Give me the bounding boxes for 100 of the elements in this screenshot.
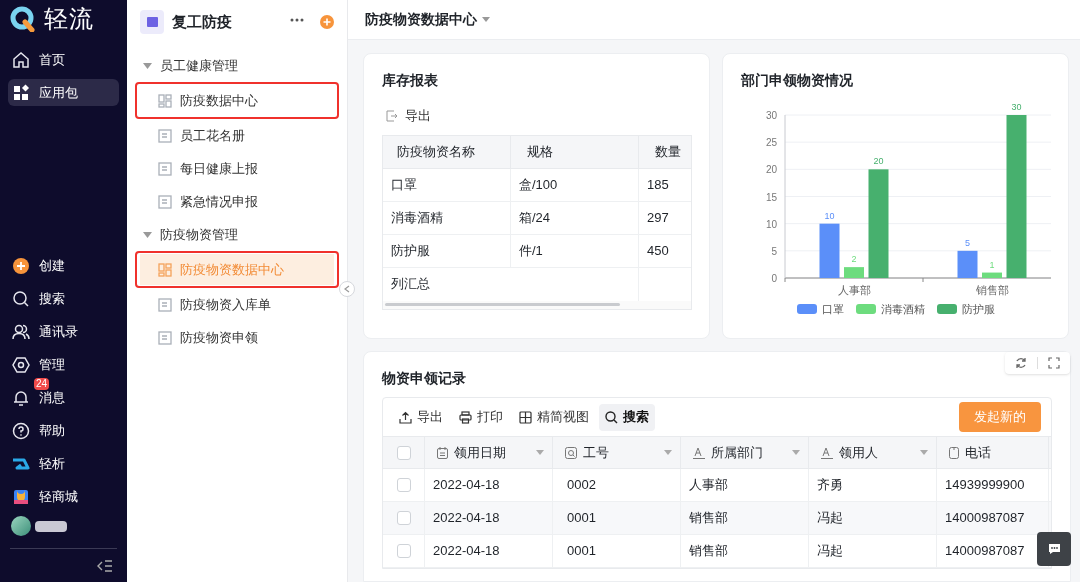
item-label: 防疫数据中心: [180, 91, 258, 110]
tree-item[interactable]: 防疫物资申领: [140, 322, 334, 353]
sort-caret-icon[interactable]: [536, 450, 544, 455]
row-checkbox[interactable]: [396, 511, 411, 525]
column-header[interactable]: 电话: [937, 437, 1049, 468]
tree-item[interactable]: 防疫数据中心: [140, 85, 334, 116]
collapse-icon[interactable]: [97, 559, 113, 572]
card-title: 物资申领记录: [382, 369, 467, 388]
caret-icon[interactable]: [482, 17, 490, 22]
scrollbar[interactable]: [385, 302, 620, 306]
add-icon[interactable]: [320, 15, 334, 29]
table-cell: 人事部: [681, 469, 809, 501]
column-header[interactable]: 数量: [639, 135, 691, 168]
legend-label: 消毒酒精: [880, 302, 925, 317]
collapse-handle[interactable]: [339, 281, 355, 297]
table-cell: 14939999900: [937, 469, 1049, 501]
nav-item[interactable]: 轻析: [8, 450, 119, 477]
tree-item[interactable]: 员工花名册: [140, 120, 334, 151]
column-header[interactable]: 工号: [553, 437, 681, 468]
bar: [982, 272, 1002, 278]
column-header[interactable]: 防疫物资名称: [383, 135, 511, 168]
sort-caret-icon[interactable]: [792, 450, 800, 455]
table-cell: 2022-04-18: [425, 502, 553, 534]
hexagon-gear-icon: [12, 355, 30, 374]
column-header[interactable]: 领用人: [809, 437, 937, 468]
calendar-icon: [437, 446, 448, 459]
table-cell: 销售部: [681, 535, 809, 567]
shop-icon: [12, 487, 30, 506]
table-cell: 185: [639, 168, 691, 201]
data-label: 1: [989, 259, 995, 270]
table-cell: 件/1: [511, 234, 639, 267]
tree-item[interactable]: 防疫物资入库单: [140, 289, 334, 320]
expanded-caret-icon: [143, 62, 152, 69]
tree-group[interactable]: 员工健康管理: [140, 49, 334, 82]
toolbar-button[interactable]: 搜索: [599, 403, 655, 431]
refresh-icon[interactable]: [1015, 357, 1027, 369]
category-label: 人事部: [837, 284, 871, 296]
nav-item[interactable]: 应用包: [8, 79, 119, 106]
nav-label: 轻析: [39, 454, 65, 473]
table-cell: 冯起: [809, 502, 937, 534]
row-checkbox[interactable]: [396, 478, 411, 492]
column-header[interactable]: 所属部门: [681, 437, 809, 468]
item-label: 防疫物资申领: [180, 328, 258, 347]
table-cell: 450: [639, 234, 691, 267]
sort-caret-icon[interactable]: [664, 450, 672, 455]
group-label: 防疫物资管理: [160, 225, 238, 244]
nav-item[interactable]: 创建: [8, 252, 119, 279]
item-label: 防疫物资入库单: [180, 295, 271, 314]
table-cell: 0001: [553, 502, 681, 534]
table-cell: 冯起: [809, 535, 937, 567]
bell-icon: [12, 388, 30, 407]
item-label: 紧急情况申报: [180, 192, 258, 211]
grid-icon: [519, 410, 532, 424]
axis-tick-label: 0: [771, 273, 777, 284]
table-cell: 防护服: [383, 234, 511, 267]
home-icon: [12, 50, 30, 69]
chat-icon: [1047, 543, 1061, 555]
axis-tick-label: 15: [765, 191, 777, 203]
select-all-checkbox[interactable]: [396, 445, 411, 460]
tree-item[interactable]: 每日健康上报: [140, 153, 334, 184]
tree-group[interactable]: 防疫物资管理: [140, 218, 334, 251]
item-label: 每日健康上报: [180, 159, 258, 178]
text-field-icon: [821, 446, 833, 459]
column-header[interactable]: 领用日期: [425, 437, 553, 468]
data-label: 5: [965, 237, 970, 248]
bar: [819, 223, 840, 278]
tree-item[interactable]: 紧急情况申报: [140, 186, 334, 217]
sort-caret-icon[interactable]: [920, 450, 928, 455]
export-button[interactable]: 导出: [386, 106, 431, 126]
help-icon: [12, 421, 30, 440]
nav-label: 应用包: [39, 83, 78, 102]
column-header[interactable]: 规格: [511, 135, 639, 168]
summary-cell: 列汇总: [383, 267, 639, 301]
row-checkbox[interactable]: [396, 544, 411, 558]
data-label: 20: [873, 156, 884, 167]
nav-item[interactable]: 搜索: [8, 285, 119, 312]
nav-item[interactable]: 首页: [8, 46, 119, 73]
serial-icon: [565, 446, 577, 459]
nav-item[interactable]: 管理: [8, 351, 119, 378]
nav-item[interactable]: 轻商城: [8, 483, 119, 510]
toolbar-button[interactable]: 导出: [393, 403, 449, 431]
nav-item[interactable]: 通讯录: [8, 318, 119, 345]
nav-label: 首页: [39, 50, 65, 69]
chat-button[interactable]: [1037, 532, 1071, 566]
table-cell: 2022-04-18: [425, 469, 553, 501]
axis-tick-label: 25: [765, 137, 777, 149]
form-icon: [158, 194, 172, 209]
page-title: 防疫物资数据中心: [365, 10, 477, 29]
group-label: 员工健康管理: [160, 56, 238, 75]
nav-label: 通讯录: [39, 322, 78, 341]
dashboard-icon: [158, 93, 172, 108]
nav-label: 管理: [39, 355, 65, 374]
nav-item[interactable]: 帮助: [8, 417, 119, 444]
expanded-caret-icon: [143, 231, 152, 238]
dashboard-icon: [158, 262, 172, 277]
app-icon: [140, 10, 164, 34]
toolbar-button[interactable]: 精简视图: [513, 403, 595, 431]
user-avatar[interactable]: [11, 516, 31, 536]
toolbar-button[interactable]: 打印: [453, 403, 509, 431]
fullscreen-icon[interactable]: [1048, 357, 1060, 369]
